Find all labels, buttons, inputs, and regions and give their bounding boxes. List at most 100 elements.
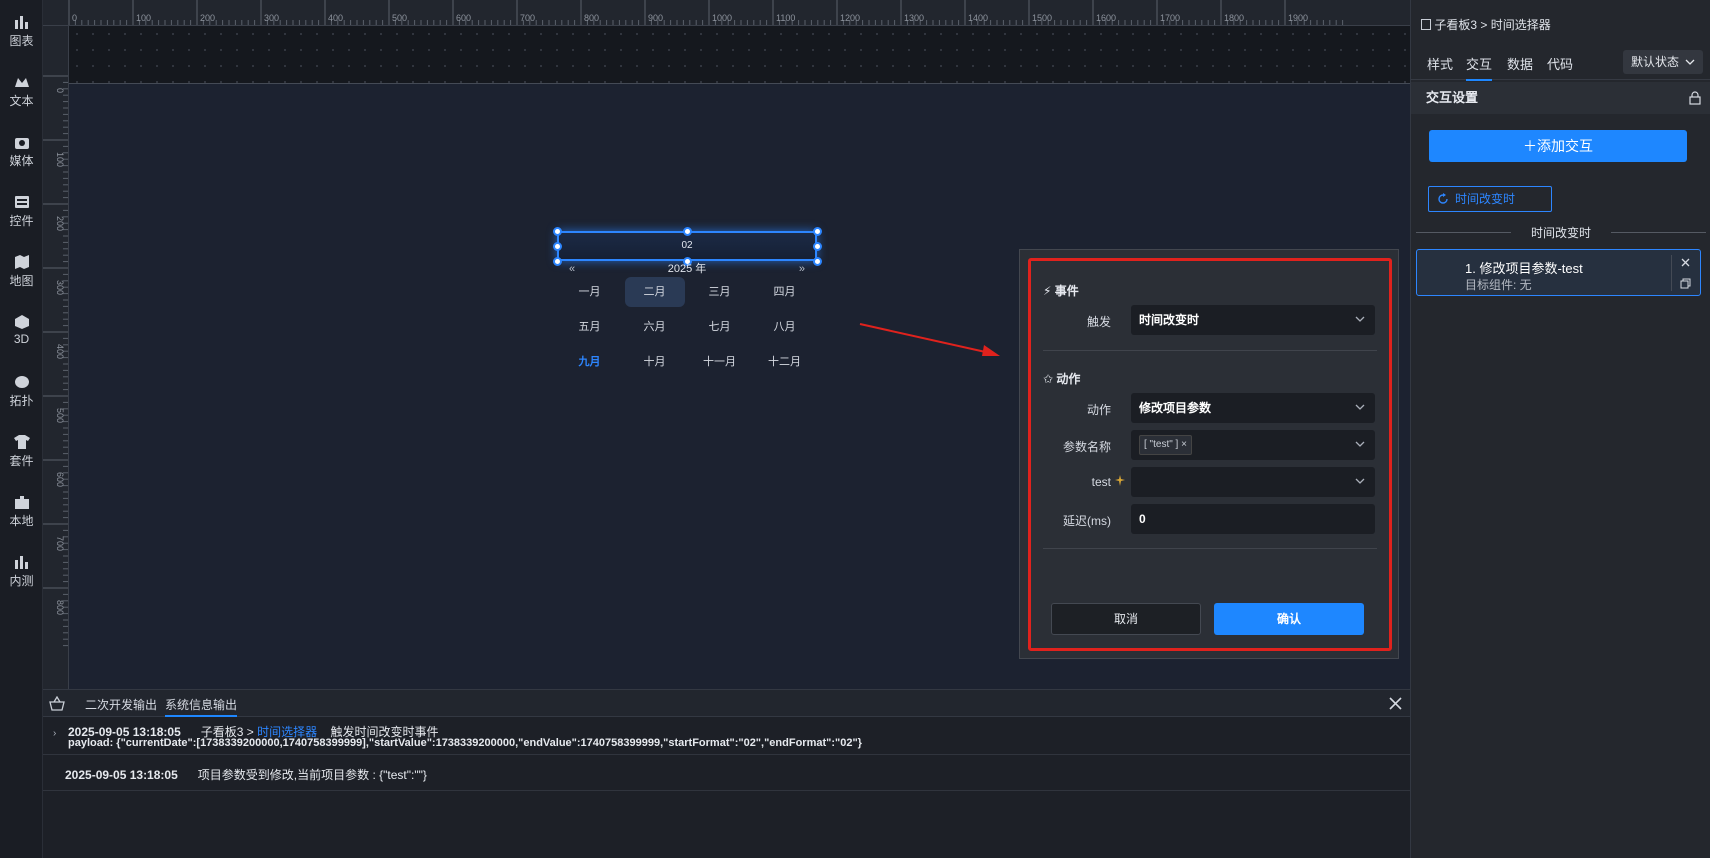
magic-wand-icon[interactable] bbox=[1114, 475, 1126, 487]
month-cell[interactable]: 六月 bbox=[622, 312, 687, 347]
resize-handle-tr[interactable] bbox=[813, 227, 822, 236]
tab-system-output[interactable]: 系统信息输出 bbox=[165, 696, 238, 717]
breadcrumb-board[interactable]: 子看板3 bbox=[1434, 18, 1477, 32]
output-console: 二次开发输出 系统信息输出 › 2025-09-05 13:18:05 子看板3… bbox=[43, 689, 1410, 858]
event-chip-label: 时间改变时 bbox=[1455, 192, 1516, 206]
cube-icon bbox=[14, 315, 29, 329]
dialog-divider bbox=[1043, 548, 1377, 549]
tab-data[interactable]: 数据 bbox=[1507, 54, 1533, 73]
trigger-label: 触发 bbox=[1086, 315, 1111, 329]
interaction-settings-header: 交互设置 bbox=[1411, 82, 1710, 114]
test-value-select[interactable] bbox=[1131, 467, 1375, 497]
param-name-select[interactable]: [ "test" ] × bbox=[1131, 430, 1375, 460]
toolbar-text[interactable]: 文本 bbox=[0, 74, 43, 109]
ruler-tick-label: 1700 bbox=[1160, 13, 1180, 23]
puzzle-icon bbox=[14, 496, 29, 509]
delay-input[interactable]: 0 bbox=[1131, 504, 1375, 534]
month-cell-current[interactable]: 九月 bbox=[557, 347, 622, 382]
resize-handle-t[interactable] bbox=[683, 227, 692, 236]
month-cell[interactable]: 五月 bbox=[557, 312, 622, 347]
toolbar-local[interactable]: 本地 bbox=[0, 494, 43, 529]
trigger-select[interactable]: 时间改变时 bbox=[1131, 305, 1375, 335]
console-tabs: 二次开发输出 系统信息输出 bbox=[43, 690, 1410, 717]
chevron-down-icon bbox=[1685, 59, 1695, 65]
toolbar-chart-label: 图表 bbox=[9, 34, 34, 48]
tab-dev-output[interactable]: 二次开发输出 bbox=[85, 696, 157, 713]
year-label[interactable]: 2025 年 bbox=[668, 263, 707, 275]
canvas-header-area bbox=[69, 26, 1410, 84]
left-toolbar: 图表 文本 媒体 控件 地图 3D 拓扑 套件 本地 内测 bbox=[0, 0, 43, 858]
basket-icon[interactable] bbox=[49, 696, 65, 711]
ruler-tick-label: 300 bbox=[55, 280, 65, 295]
lightning-icon: ⚡ bbox=[1043, 284, 1052, 298]
ruler-tick-label: 600 bbox=[55, 472, 65, 487]
section-title: 交互设置 bbox=[1426, 90, 1479, 105]
delay-label: 延迟(ms) bbox=[1063, 514, 1111, 528]
resize-handle-l[interactable] bbox=[553, 242, 562, 251]
toolbar-beta-label: 内测 bbox=[9, 574, 34, 588]
suite-icon bbox=[13, 435, 30, 449]
month-cell[interactable]: 一月 bbox=[557, 277, 622, 312]
delete-icon[interactable] bbox=[1681, 258, 1690, 267]
close-icon[interactable] bbox=[1389, 697, 1402, 710]
toolbar-suite[interactable]: 套件 bbox=[0, 434, 43, 469]
month-cell[interactable]: 三月 bbox=[687, 277, 752, 312]
state-select-value: 默认状态 bbox=[1631, 55, 1680, 69]
tab-code[interactable]: 代码 bbox=[1547, 54, 1573, 73]
tab-style[interactable]: 样式 bbox=[1427, 54, 1453, 73]
toolbar-widget[interactable]: 控件 bbox=[0, 194, 43, 229]
ruler-tick-label: 1900 bbox=[1288, 13, 1308, 23]
event-section-title: ⚡ 事件 bbox=[1043, 282, 1079, 299]
confirm-button[interactable]: 确认 bbox=[1214, 603, 1364, 635]
ruler-left: 0 100 200 300 400 500 600 700 800 bbox=[43, 26, 69, 689]
state-select[interactable]: 默认状态 bbox=[1623, 50, 1703, 74]
chevron-down-icon bbox=[1355, 316, 1365, 322]
widget-icon bbox=[14, 196, 29, 208]
month-cell[interactable]: 四月 bbox=[752, 277, 817, 312]
toolbar-media[interactable]: 媒体 bbox=[0, 134, 43, 169]
ruler-tick-label: 1000 bbox=[712, 13, 732, 23]
month-cell[interactable]: 十月 bbox=[622, 347, 687, 382]
tag-close-icon[interactable]: × bbox=[1181, 439, 1187, 450]
prev-year-button[interactable]: « bbox=[569, 261, 575, 277]
beta-chart-icon bbox=[14, 556, 28, 569]
month-cell[interactable]: 八月 bbox=[752, 312, 817, 347]
chevron-down-icon bbox=[1355, 404, 1365, 410]
next-year-button[interactable]: » bbox=[799, 261, 805, 277]
ruler-tick-label: 1800 bbox=[1224, 13, 1244, 23]
month-cell-selected[interactable]: 二月 bbox=[622, 277, 687, 312]
toolbar-map[interactable]: 地图 bbox=[0, 254, 43, 289]
month-label: 一月 bbox=[578, 286, 601, 298]
param-tag-text: [ "test" ] bbox=[1144, 439, 1179, 450]
action-card[interactable]: 1. 修改项目参数-test 目标组件: 无 bbox=[1416, 249, 1701, 296]
action-section-title: ✩ 动作 bbox=[1043, 370, 1080, 387]
cancel-button[interactable]: 取消 bbox=[1051, 603, 1201, 635]
breadcrumb-component: 时间选择器 bbox=[1490, 18, 1551, 32]
add-interaction-button[interactable]: ＋添加交互 bbox=[1429, 130, 1687, 162]
param-tag: [ "test" ] × bbox=[1139, 435, 1192, 455]
action-select[interactable]: 修改项目参数 bbox=[1131, 393, 1375, 423]
copy-icon[interactable] bbox=[1680, 278, 1691, 289]
chevron-right-icon[interactable]: › bbox=[53, 728, 56, 739]
month-picker-header: « 2025 年 » bbox=[557, 261, 817, 277]
event-chip[interactable]: 时间改变时 bbox=[1428, 186, 1552, 212]
resize-handle-tl[interactable] bbox=[553, 227, 562, 236]
action-card-subtitle: 目标组件: 无 bbox=[1465, 278, 1532, 292]
month-cell[interactable]: 十二月 bbox=[752, 347, 817, 382]
toolbar-beta[interactable]: 内测 bbox=[0, 554, 43, 589]
ruler-tick-label: 300 bbox=[264, 13, 279, 23]
month-cell[interactable]: 七月 bbox=[687, 312, 752, 347]
title-divider-left bbox=[1416, 232, 1511, 233]
refresh-icon bbox=[1438, 193, 1448, 204]
toolbar-text-label: 文本 bbox=[9, 94, 34, 108]
toolbar-3d[interactable]: 3D bbox=[0, 314, 43, 346]
tab-interaction[interactable]: 交互 bbox=[1466, 54, 1493, 81]
toolbar-chart[interactable]: 图表 bbox=[0, 14, 43, 49]
toolbar-topology[interactable]: 拓扑 bbox=[0, 374, 43, 409]
text-icon bbox=[14, 78, 29, 87]
month-cell[interactable]: 十一月 bbox=[687, 347, 752, 382]
resize-handle-r[interactable] bbox=[813, 242, 822, 251]
action-card-divider bbox=[1671, 255, 1672, 291]
toolbar-topology-label: 拓扑 bbox=[9, 394, 34, 408]
lock-icon[interactable] bbox=[1689, 91, 1701, 105]
